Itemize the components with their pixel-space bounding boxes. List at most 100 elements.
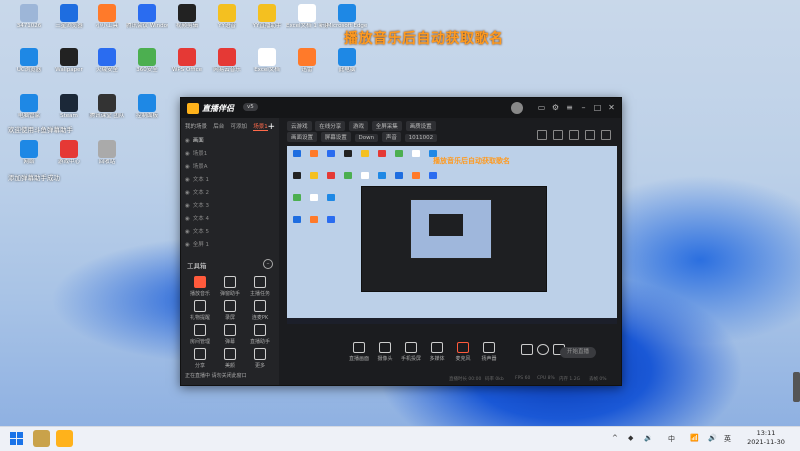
source-chip[interactable]: 1011002 [404,134,438,142]
grid-icon[interactable] [553,130,563,140]
tool-button[interactable]: 更多 [245,348,275,369]
menu-icon[interactable]: ≡ [565,103,574,112]
close-icon[interactable]: ✕ [607,103,616,112]
desktop-icon[interactable]: 电脑管家 [8,94,50,120]
desktop-icon[interactable]: 游戏中心 [48,140,90,166]
desktop-icon[interactable]: Steam [48,94,90,120]
tool-button[interactable]: 录屏 [215,300,245,321]
control-button[interactable]: 直播画面 [345,342,373,362]
tool-button[interactable]: 连麦PK [245,300,275,321]
desktop-icon[interactable]: 网易云音乐 [206,48,248,74]
control-label: 手机投屏 [400,356,421,362]
desktop-icon[interactable]: Microsoft Edge [326,4,368,30]
source-chip[interactable]: 在线分享 [315,121,346,131]
scene-item[interactable]: ◉ 文本 4 [185,214,273,223]
control-button[interactable]: 摄像头 [371,342,399,362]
source-chip[interactable]: Down [354,134,379,142]
ime-indicator-2[interactable]: 英 [724,434,731,444]
source-chip[interactable]: 游戏 [349,121,369,131]
desktop-icon[interactable]: Excel文档 1 新建 [286,4,328,30]
desktop-icon[interactable]: 腾讯课堂 团队 [86,94,128,120]
desktop-icon[interactable]: 网络 [8,140,50,166]
scene-item[interactable]: ◉ 全屏 1 [185,240,273,249]
bell-icon[interactable] [585,130,595,140]
desktop-icon[interactable]: Wallpaper [48,48,90,74]
desktop-icon[interactable]: UC浏览器 [8,48,50,74]
tool-button[interactable]: 礼物提醒 [185,300,215,321]
ime-indicator[interactable]: 中 [668,434,675,444]
lock-icon[interactable] [569,130,579,140]
tool-button[interactable]: 弹窗助手 [215,276,245,297]
start-button[interactable] [10,432,23,445]
desktop-icon[interactable]: YY语音 [206,4,248,30]
scene-item[interactable]: ◉ 文本 2 [185,188,273,197]
scene-item[interactable]: ◉ 文本 1 [185,175,273,184]
tool-button[interactable]: 主播任务 [245,276,275,297]
toolbox-collapse-icon[interactable]: – [263,259,273,269]
desktop-icon-label: 小小工具 [95,23,118,29]
network-icon[interactable]: 📶 [690,434,699,442]
volume-icon[interactable]: 🔊 [708,434,717,442]
source-chip[interactable]: 画质设置 [405,121,436,131]
minimize-icon[interactable]: – [579,103,588,112]
tab-my-scenes[interactable]: 我的场景 [185,122,207,130]
message-icon[interactable]: ▭ [537,103,546,112]
tray-overflow-icon[interactable]: ^ [612,434,618,442]
taskbar-app-icon[interactable] [33,430,50,447]
add-scene-button[interactable]: + [267,123,275,132]
control-button[interactable]: 扬声器 [475,342,503,362]
layout-icon[interactable] [537,130,547,140]
control-button[interactable]: 麦克风 [449,342,477,362]
version-badge[interactable]: v5 [243,103,258,111]
taskbar-app-icon[interactable] [56,430,73,447]
desktop-icon[interactable]: 腾讯会议 Windows版 [126,4,168,30]
preview-icon [412,150,420,157]
desktop-icon[interactable]: 360安全 [126,48,168,74]
tab-addable[interactable]: 可添加 [231,122,248,130]
desktop-icon[interactable]: WPS Office [166,48,208,74]
scene-item[interactable]: ◉ 场景A [185,162,273,171]
control-button[interactable]: 多媒体 [423,342,451,362]
tab-scene-1[interactable]: 场景1 [253,122,268,131]
desktop-icon[interactable]: YY直播助手 [246,4,288,30]
start-live-button[interactable]: 开始直播 [560,347,596,358]
caption-banner: 播放音乐后自动获取歌名 [344,31,504,47]
source-chip[interactable]: 屏幕设置 [320,132,351,142]
scene-item[interactable]: ◉ 文本 3 [185,201,273,210]
avatar[interactable] [511,102,523,114]
tool-button[interactable]: 直播助手 [245,324,275,345]
tool-button[interactable]: 播放音乐 [185,276,215,297]
speaker-icon[interactable]: 🔉 [644,434,653,442]
desktop-icon[interactable]: Excel文档 [246,48,288,74]
tab-backstage[interactable]: 后台 [213,122,224,130]
control-icon [353,342,365,353]
live-preview[interactable]: 播放音乐后自动获取歌名 [287,146,617,324]
scene-item[interactable]: ◉ 场景1 [185,149,273,158]
desktop-icon[interactable]: 3471026 [8,4,50,30]
tool-button[interactable]: 房间管理 [185,324,215,345]
tool-button[interactable]: 分享 [185,348,215,369]
desktop-icon[interactable]: 控制面板 [126,94,168,120]
scene-item[interactable]: ◉ 画面 [185,136,273,145]
source-chip[interactable]: 全屏采集 [371,121,402,131]
scene-item[interactable]: ◉ 文本 5 [185,227,273,236]
clock[interactable]: 13:11 2021-11-30 [744,429,788,447]
shield-icon[interactable]: ◆ [628,434,633,442]
fullscreen-icon[interactable] [601,130,611,140]
source-chip[interactable]: 声音 [381,132,401,142]
desktop-icon[interactable]: 迅雷 [286,48,328,74]
desktop-icon[interactable]: 回收站 [86,140,128,166]
desktop-icon[interactable]: 此电脑 [326,48,368,74]
desktop-icon[interactable]: 视频剪辑 [166,4,208,30]
source-chip[interactable]: 云游戏 [287,121,312,131]
settings-icon[interactable]: ⚙ [551,103,560,112]
desktop-icon[interactable]: 小小工具 [86,4,128,30]
desktop-icon[interactable]: 三星浏览器 [48,4,90,30]
scrollbar[interactable] [793,372,800,402]
source-chip[interactable]: 画面设置 [287,132,318,142]
desktop-icon[interactable]: 火绒安全 [86,48,128,74]
tool-button[interactable]: 弹幕 [215,324,245,345]
control-button[interactable]: 手机投屏 [397,342,425,362]
maximize-icon[interactable]: □ [593,103,602,112]
tool-button[interactable]: 美颜 [215,348,245,369]
